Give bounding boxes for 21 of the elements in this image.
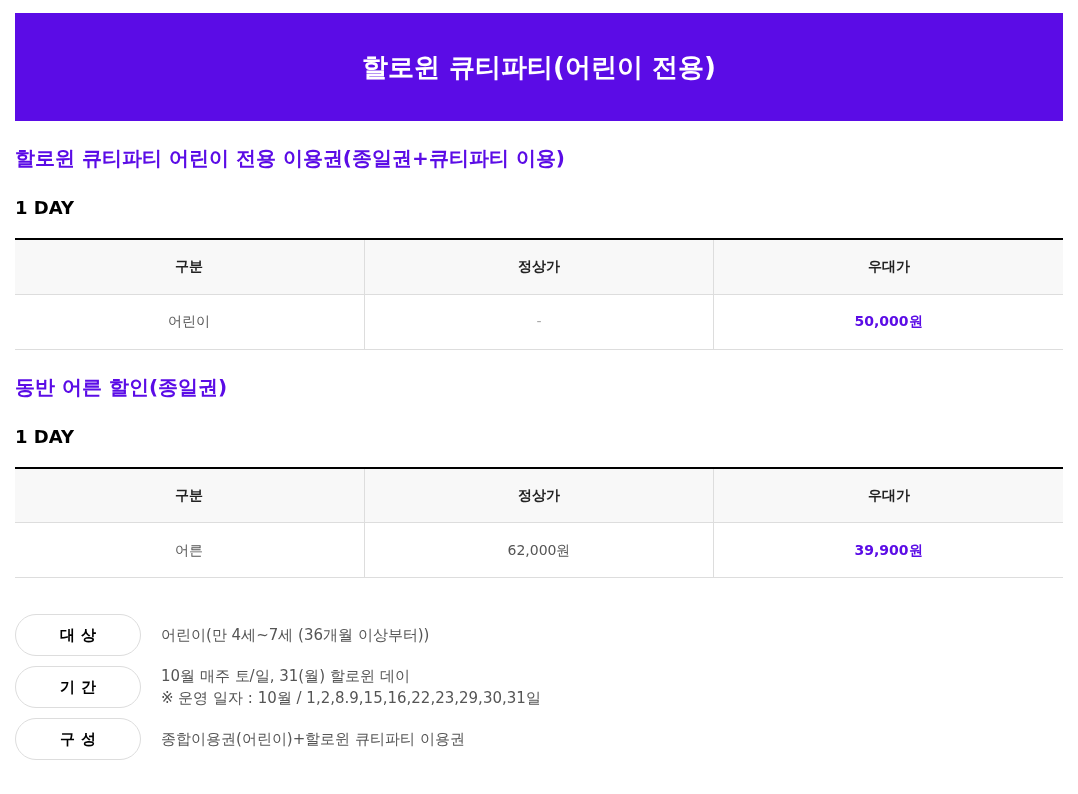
info-text: ※ 운영 일자 : 10월 / 1,2,8.9,15,16,22,23,29,30,31일 xyxy=(161,688,541,709)
info-text: 10월 매주 토/일, 31(월) 할로윈 데이 xyxy=(161,666,411,687)
table-cell: - xyxy=(364,294,714,349)
column-header: 구분 xyxy=(15,239,365,294)
info-text: 어린이(만 4세~7세 (36개월 이상부터)) xyxy=(161,625,430,646)
column-header: 우대가 xyxy=(713,467,1063,523)
column-header: 우대가 xyxy=(713,239,1063,294)
column-header: 구분 xyxy=(15,467,365,523)
section-title: 동반 어른 할인(종일권) xyxy=(15,373,229,401)
section-title: 할로윈 큐티파티 어린이 전용 이용권(종일권+큐티파티 이용) xyxy=(15,145,566,172)
banner-title: 할로윈 큐티파티(어린이 전용) xyxy=(362,50,716,84)
table-cell: 39,900원 xyxy=(713,522,1063,578)
section-subtitle: 1 DAY xyxy=(15,196,75,220)
column-header: 정상가 xyxy=(364,467,714,523)
info-text: 종합이용권(어린이)+할로윈 큐티파티 이용권 xyxy=(161,729,465,750)
table-cell: 어린이 xyxy=(15,294,365,349)
table-cell: 어른 xyxy=(15,522,365,578)
column-header: 정상가 xyxy=(364,239,714,294)
table-cell: 50,000원 xyxy=(713,294,1063,349)
section-subtitle: 1 DAY xyxy=(15,424,75,449)
table-cell: 62,000원 xyxy=(364,522,714,578)
